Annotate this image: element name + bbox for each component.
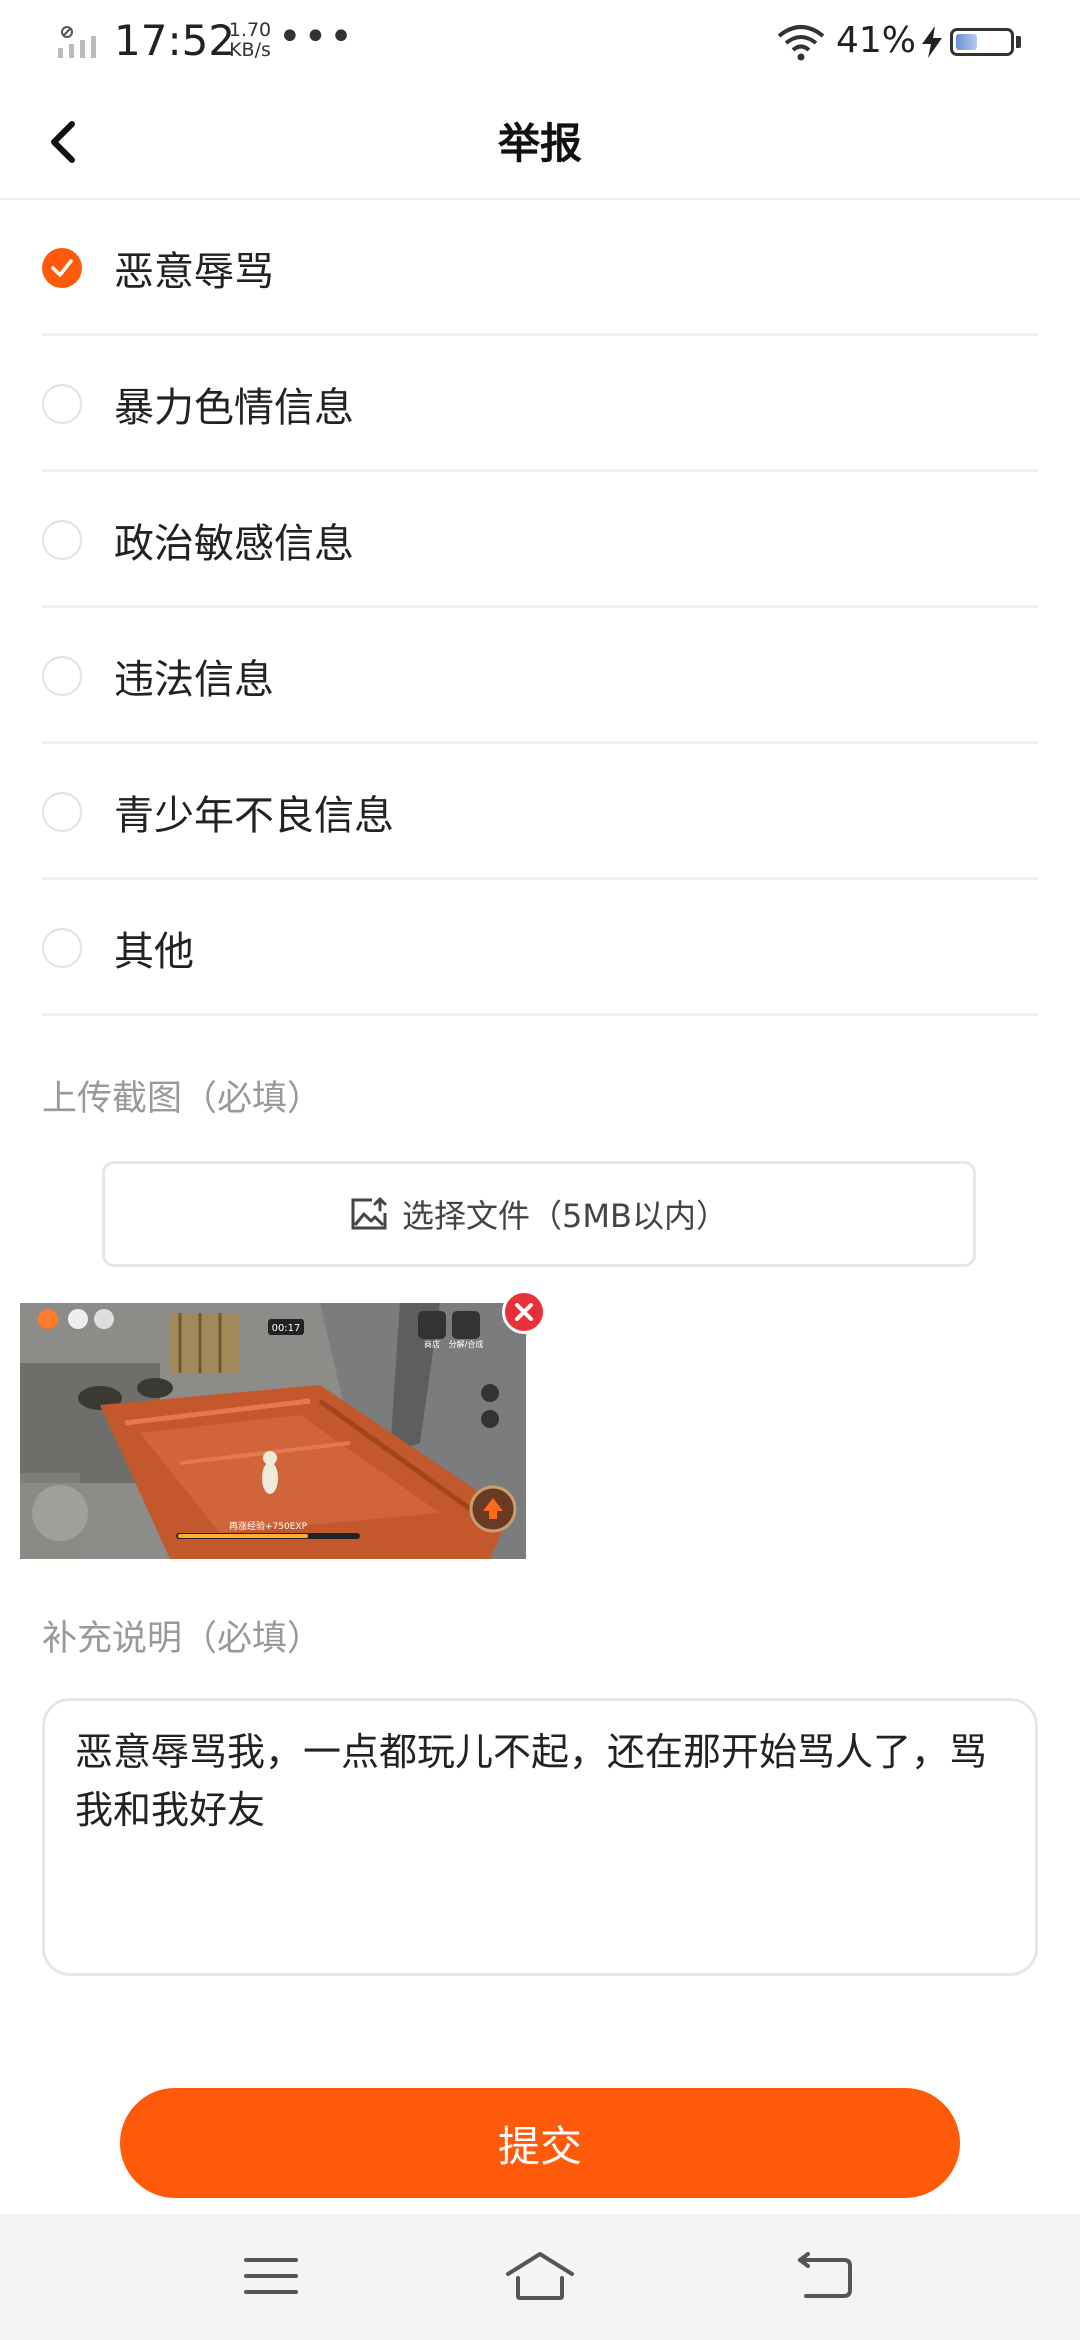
submit-button[interactable]: 提交: [120, 2088, 960, 2198]
report-option-illegal[interactable]: 违法信息: [0, 608, 1080, 744]
radio-unchecked-icon[interactable]: [42, 384, 82, 424]
radio-unchecked-icon[interactable]: [42, 928, 82, 968]
option-label: 其他: [114, 929, 194, 975]
charging-icon: [922, 26, 942, 58]
network-speed: 1.70 KB/s: [220, 20, 280, 60]
battery-icon: [950, 28, 1014, 56]
clock: 17:52: [114, 16, 236, 65]
page-title: 举报: [497, 119, 582, 168]
option-label: 恶意辱骂: [114, 249, 274, 295]
game-craft-label: 分解/合成: [449, 1339, 484, 1349]
status-bar: 17:52 1.70 KB/s ••• 41%: [0, 0, 1080, 84]
menu-icon[interactable]: [244, 2254, 298, 2298]
wifi-icon: [777, 25, 825, 61]
battery-percent: 41%: [836, 20, 917, 61]
signal-icon: [58, 26, 96, 58]
report-option-violence-porn[interactable]: 暴力色情信息: [0, 336, 1080, 472]
home-icon[interactable]: [504, 2248, 576, 2302]
description-section-label: 补充说明（必填）: [42, 1619, 323, 1659]
game-shop-label: 商店: [424, 1339, 440, 1349]
system-navigation-bar: [0, 2214, 1080, 2340]
report-option-political[interactable]: 政治敏感信息: [0, 472, 1080, 608]
option-label: 政治敏感信息: [114, 521, 354, 567]
radio-unchecked-icon[interactable]: [42, 656, 82, 696]
report-reason-list: 恶意辱骂 暴力色情信息 政治敏感信息 违法信息 青少年不良信息 其他: [0, 200, 1080, 1016]
choose-file-button[interactable]: 选择文件（5MB以内）: [102, 1161, 976, 1267]
radio-unchecked-icon[interactable]: [42, 792, 82, 832]
game-screenshot-image: 00:17 商店 分解/合成 再涨经验+750EXP: [20, 1303, 526, 1559]
more-notifications-icon: •••: [278, 14, 355, 60]
radio-unchecked-icon[interactable]: [42, 520, 82, 560]
report-option-abuse[interactable]: 恶意辱骂: [0, 200, 1080, 336]
option-label: 青少年不良信息: [114, 793, 394, 839]
image-upload-icon: [351, 1197, 387, 1230]
battery-level: [956, 34, 978, 50]
option-label: 暴力色情信息: [114, 385, 354, 431]
report-option-other[interactable]: 其他: [0, 880, 1080, 1016]
game-timer: 00:17: [272, 1323, 301, 1334]
network-speed-value: 1.70: [228, 19, 272, 41]
return-icon[interactable]: [796, 2252, 854, 2300]
option-label: 违法信息: [114, 657, 274, 703]
report-option-youth-harmful[interactable]: 青少年不良信息: [0, 744, 1080, 880]
choose-file-label: 选择文件（5MB以内）: [402, 1197, 728, 1235]
remove-image-button[interactable]: [502, 1290, 546, 1334]
header: 举报: [0, 84, 1080, 200]
battery-tip: [1016, 36, 1021, 48]
uploaded-screenshot-thumbnail[interactable]: 00:17 商店 分解/合成 再涨经验+750EXP: [20, 1303, 526, 1559]
network-speed-unit: KB/s: [229, 39, 271, 61]
game-exp-text: 再涨经验+750EXP: [229, 1520, 308, 1532]
description-textarea[interactable]: 恶意辱骂我，一点都玩儿不起，还在那开始骂人了，骂我和我好友: [42, 1698, 1038, 1976]
radio-checked-icon[interactable]: [42, 248, 82, 288]
divider: [42, 1013, 1038, 1016]
upload-section-label: 上传截图（必填）: [42, 1079, 323, 1119]
